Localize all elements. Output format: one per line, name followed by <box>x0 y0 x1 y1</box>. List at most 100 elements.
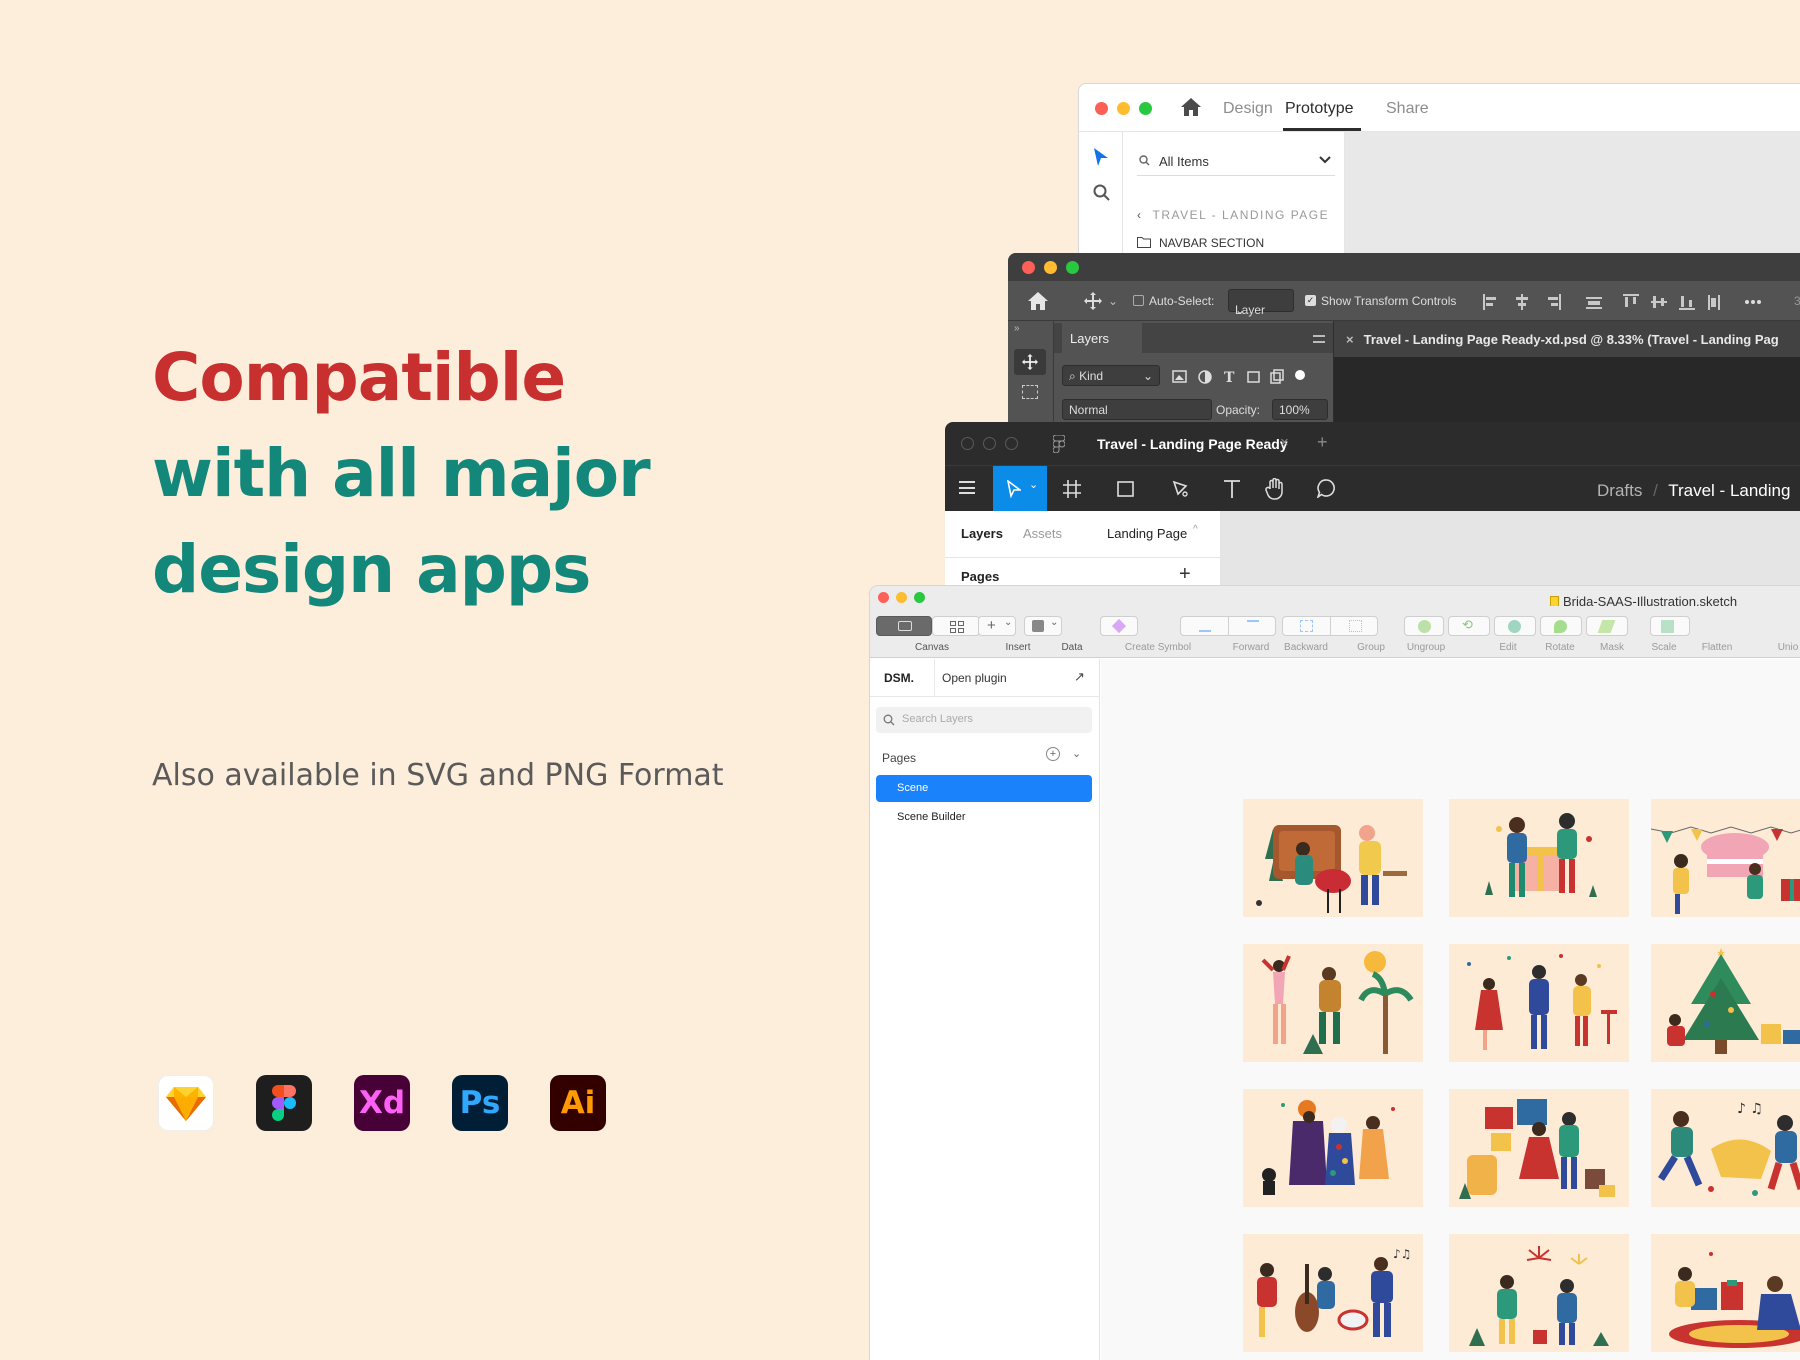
close-button[interactable] <box>1095 102 1108 115</box>
dsm-logo[interactable]: DSM. <box>884 671 914 685</box>
auto-select-dropdown[interactable]: Layer ⌄ <box>1228 289 1294 317</box>
search-icon <box>883 714 895 726</box>
chevron-down-icon[interactable] <box>1319 156 1331 164</box>
edit-icon <box>1418 620 1431 633</box>
group-buttons[interactable] <box>1282 616 1378 636</box>
home-icon[interactable] <box>1181 98 1201 116</box>
select-arrow-icon[interactable] <box>1094 148 1108 166</box>
dancing-couple-illustration[interactable] <box>1449 1089 1629 1207</box>
add-page-icon[interactable]: + <box>1179 563 1191 586</box>
rectangle-tool-icon[interactable] <box>1117 481 1134 497</box>
breadcrumb[interactable]: ‹ TRAVEL - LANDING PAGE <box>1137 208 1329 222</box>
filter-type-icons[interactable]: T <box>1172 369 1312 385</box>
breadcrumb-file[interactable]: Travel - Landing <box>1668 481 1790 500</box>
layer-item[interactable]: NAVBAR SECTION <box>1137 236 1264 250</box>
insert-button[interactable]: + ⌄ <box>978 616 1016 636</box>
minimize-button[interactable] <box>896 592 907 603</box>
move-tool-icon[interactable] <box>1084 292 1102 310</box>
arrange-buttons[interactable] <box>1180 616 1276 636</box>
opacity-field[interactable]: 100% <box>1272 399 1328 420</box>
mask-button[interactable] <box>1494 616 1536 636</box>
page-item-scene[interactable]: Scene <box>876 775 1092 802</box>
ps-document-tab[interactable]: × Travel - Landing Page Ready-xd.psd @ 8.… <box>1334 321 1800 357</box>
open-plugin-link[interactable]: Open plugin <box>942 671 1007 685</box>
picnic-illustration[interactable] <box>1651 1234 1800 1352</box>
page-item-scene-builder[interactable]: Scene Builder <box>897 811 966 823</box>
zoom-button[interactable] <box>1139 102 1152 115</box>
close-button[interactable] <box>878 592 889 603</box>
close-button[interactable] <box>1022 261 1035 274</box>
move-tool-button[interactable] <box>1014 349 1046 375</box>
label-edit: Edit <box>1499 642 1517 653</box>
music-dance-illustration[interactable]: ♪ ♫ <box>1651 1089 1800 1207</box>
tab-share[interactable]: Share <box>1386 100 1429 118</box>
pen-tool-icon[interactable] <box>1172 480 1190 498</box>
comment-tool-icon[interactable] <box>1317 479 1336 498</box>
minimize-button[interactable] <box>1117 102 1130 115</box>
bbq-illustration[interactable] <box>1243 799 1423 917</box>
new-tab-icon[interactable]: + <box>1317 432 1328 453</box>
divider <box>934 659 935 697</box>
expand-icon[interactable]: » <box>1014 323 1020 334</box>
create-symbol-button[interactable] <box>1100 616 1138 636</box>
close-tab-icon[interactable]: × <box>1280 434 1289 451</box>
text-tool-icon[interactable] <box>1223 479 1241 499</box>
tab-layers[interactable]: Layers <box>1062 323 1142 353</box>
file-tab-title[interactable]: Travel - Landing Page Ready <box>1097 436 1288 452</box>
components-view-button[interactable] <box>932 616 980 636</box>
layer-search-input[interactable]: Search Layers <box>876 707 1092 733</box>
sketch-window: Brida-SAAS-Illustration.sketch + ⌄ ⌄ ⟲ Ca… <box>870 586 1800 1360</box>
halloween-party-illustration[interactable] <box>1243 1089 1423 1207</box>
christmas-tree-illustration[interactable] <box>1651 944 1800 1062</box>
union-button[interactable] <box>1650 616 1690 636</box>
tropical-dance-illustration[interactable] <box>1243 944 1423 1062</box>
blend-mode-dropdown[interactable]: Normal <box>1062 399 1212 420</box>
canvas-view-button[interactable] <box>876 616 932 636</box>
zoom-button[interactable] <box>1066 261 1079 274</box>
sketch-canvas[interactable]: ♪ ♫ ♪♫ <box>1101 659 1800 1360</box>
tab-layers[interactable]: Layers <box>961 526 1003 541</box>
auto-select-checkbox[interactable] <box>1133 295 1144 306</box>
scale-button[interactable] <box>1540 616 1582 636</box>
label-create-symbol: Create Symbol <box>1124 642 1192 653</box>
transform-checkbox[interactable]: ✓ <box>1305 295 1316 306</box>
party-dance-illustration[interactable] <box>1449 944 1629 1062</box>
gift-box-illustration[interactable] <box>1449 799 1629 917</box>
page-selector[interactable]: Landing Page <box>1107 526 1187 541</box>
xd-search-field[interactable]: All Items <box>1137 146 1335 176</box>
minimize-button[interactable] <box>1044 261 1057 274</box>
breadcrumb-drafts[interactable]: Drafts <box>1597 481 1642 500</box>
move-tool-button[interactable]: ⌄ <box>993 466 1047 512</box>
tab-design[interactable]: Design <box>1223 100 1273 118</box>
kind-filter[interactable]: ⌕ Kind ⌄ <box>1062 365 1160 386</box>
chevron-down-icon[interactable]: ⌄ <box>1072 747 1081 760</box>
birthday-cake-illustration[interactable] <box>1651 799 1800 917</box>
main-menu-icon[interactable] <box>959 481 975 494</box>
chevron-down-icon[interactable]: ⌄ <box>1108 294 1118 308</box>
external-link-icon[interactable]: ↗ <box>1074 669 1085 685</box>
hand-tool-icon[interactable] <box>1265 478 1285 500</box>
minimize-button[interactable] <box>983 437 996 450</box>
chevron-up-icon[interactable]: ^ <box>1193 524 1198 535</box>
close-button[interactable] <box>961 437 974 450</box>
zoom-button[interactable] <box>914 592 925 603</box>
tab-assets[interactable]: Assets <box>1023 526 1062 541</box>
music-band-illustration[interactable]: ♪♫ <box>1243 1234 1423 1352</box>
edit-button[interactable] <box>1404 616 1444 636</box>
add-page-icon[interactable]: + <box>1046 747 1060 761</box>
tab-prototype[interactable]: Prototype <box>1285 100 1353 118</box>
flatten-button[interactable] <box>1586 616 1628 636</box>
pages-heading: Pages <box>961 569 1000 584</box>
figma-logo-icon[interactable] <box>1053 435 1065 453</box>
zoom-button[interactable] <box>1005 437 1018 450</box>
fireworks-illustration[interactable] <box>1449 1234 1629 1352</box>
rotate-button[interactable]: ⟲ <box>1448 616 1490 636</box>
zoom-icon[interactable] <box>1093 184 1111 202</box>
home-icon[interactable] <box>1028 292 1048 310</box>
data-button[interactable]: ⌄ <box>1024 616 1062 636</box>
frame-tool-icon[interactable] <box>1063 480 1081 498</box>
close-tab-icon[interactable]: × <box>1346 332 1354 347</box>
marquee-tool-icon[interactable] <box>1022 385 1038 399</box>
panel-menu-icon[interactable] <box>1313 335 1325 343</box>
align-buttons-icon[interactable] <box>1483 293 1783 311</box>
